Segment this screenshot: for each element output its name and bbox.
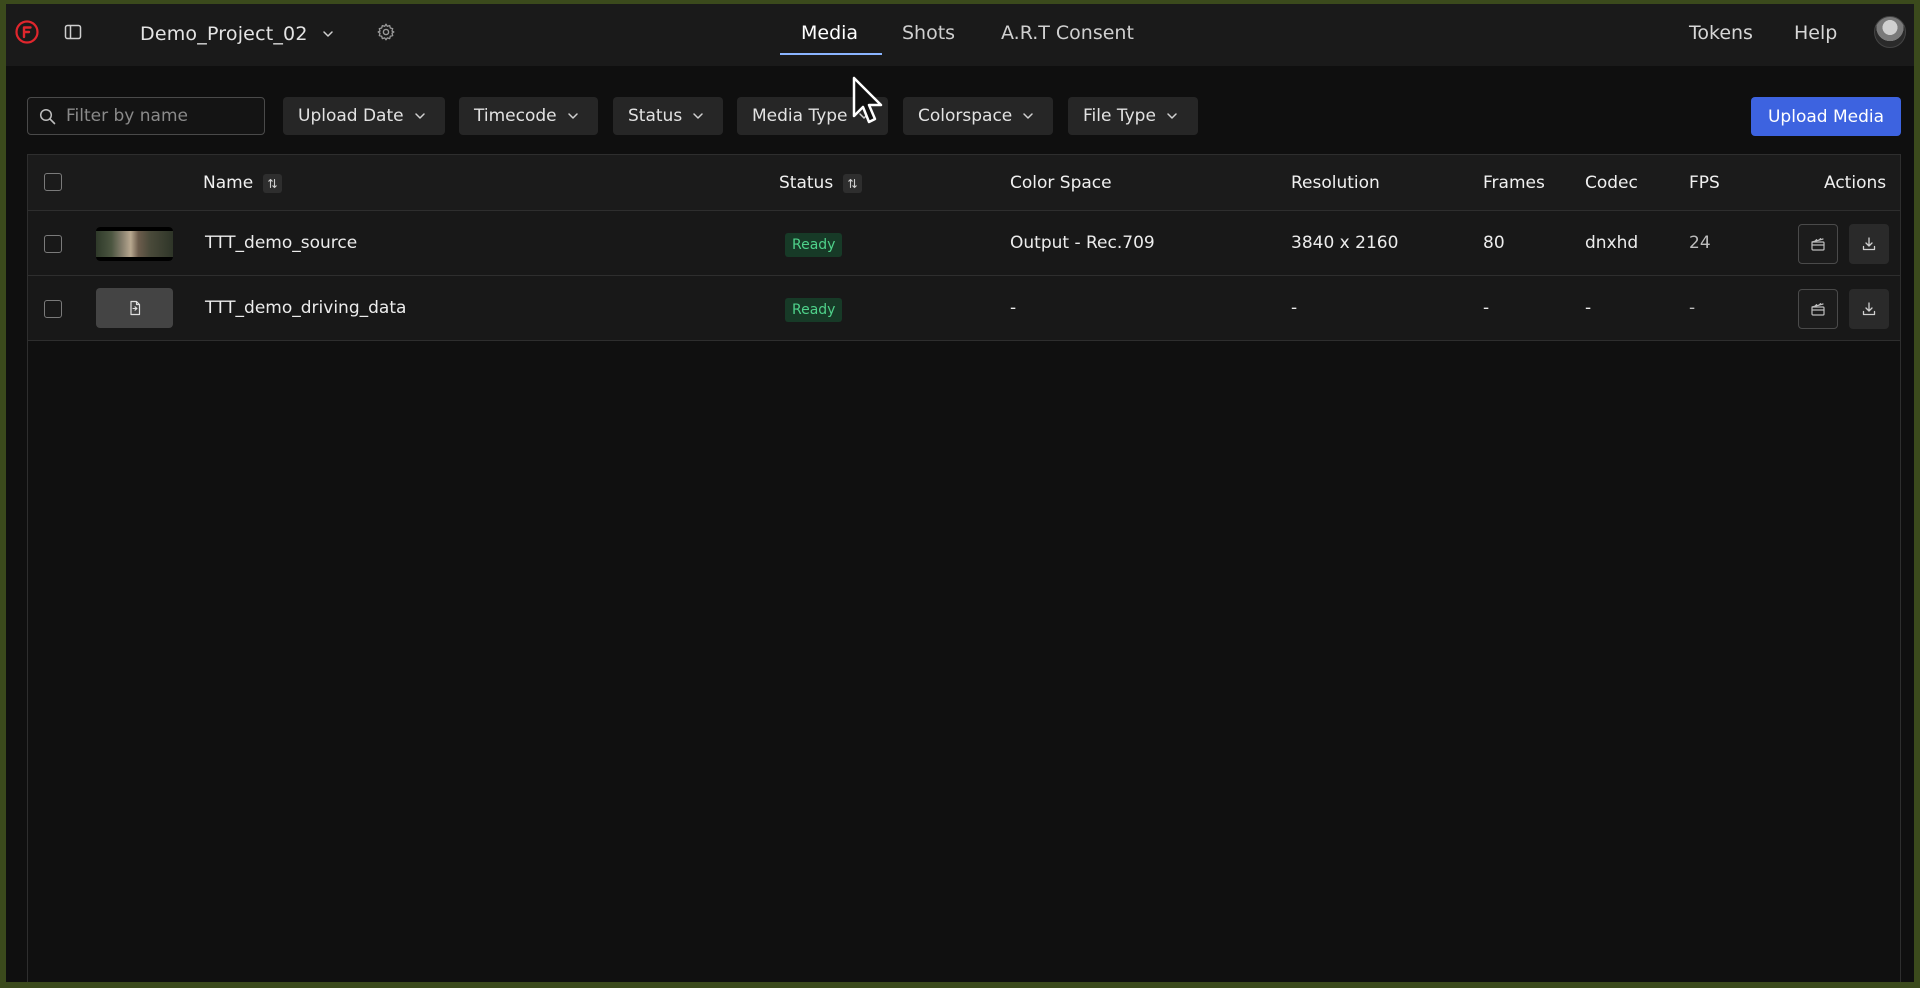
active-tab-indicator xyxy=(780,53,882,55)
column-header-fps: FPS xyxy=(1689,173,1720,193)
project-selector[interactable]: Demo_Project_02 xyxy=(140,21,334,47)
media-name[interactable]: TTT_demo_source xyxy=(205,233,357,253)
app-window: Demo_Project_02 Media Shots A.R.T Consen… xyxy=(6,4,1914,982)
download-button[interactable] xyxy=(1849,224,1889,264)
filter-label: Upload Date xyxy=(298,106,404,126)
create-shot-button[interactable] xyxy=(1798,224,1838,264)
column-header-name: Name xyxy=(203,173,283,193)
frames-value: - xyxy=(1483,298,1490,318)
column-header-resolution: Resolution xyxy=(1291,173,1380,193)
search-input[interactable] xyxy=(66,98,256,134)
video-thumbnail[interactable] xyxy=(96,227,173,261)
column-label: Codec xyxy=(1585,173,1638,193)
chevron-down-icon xyxy=(1023,113,1034,119)
tab-media[interactable]: Media xyxy=(801,22,858,44)
column-label: FPS xyxy=(1689,173,1720,193)
filter-label: Timecode xyxy=(474,106,557,126)
file-type-filter[interactable]: File Type xyxy=(1068,97,1198,135)
search-field xyxy=(27,97,265,135)
upload-date-filter[interactable]: Upload Date xyxy=(283,97,445,135)
chevron-down-icon xyxy=(858,113,869,119)
column-header-status: Status xyxy=(779,173,863,193)
project-name: Demo_Project_02 xyxy=(140,23,308,45)
search-icon xyxy=(39,108,56,125)
select-all-checkbox[interactable] xyxy=(44,173,62,191)
top-navigation-bar: Demo_Project_02 Media Shots A.R.T Consen… xyxy=(6,4,1914,66)
download-icon xyxy=(1862,237,1876,251)
download-icon xyxy=(1862,302,1876,316)
frames-value: 80 xyxy=(1483,233,1505,253)
sort-icon xyxy=(848,178,857,188)
colorspace-filter[interactable]: Colorspace xyxy=(903,97,1053,135)
gear-icon[interactable] xyxy=(376,22,396,42)
tab-shots[interactable]: Shots xyxy=(902,22,955,44)
column-label: Color Space xyxy=(1010,173,1112,193)
clapperboard-icon xyxy=(1811,238,1825,251)
sort-icon xyxy=(268,178,277,188)
status-badge: Ready xyxy=(785,298,843,322)
media-type-filter[interactable]: Media Type xyxy=(737,97,888,135)
column-header-actions: Actions xyxy=(1824,173,1886,193)
sort-status-button[interactable] xyxy=(843,173,863,193)
timecode-filter[interactable]: Timecode xyxy=(459,97,598,135)
clapperboard-icon xyxy=(1811,303,1825,316)
resolution-value: - xyxy=(1291,298,1298,318)
upload-media-button[interactable]: Upload Media xyxy=(1751,97,1901,136)
chevron-down-icon xyxy=(1167,113,1177,119)
tab-art-consent[interactable]: A.R.T Consent xyxy=(1001,22,1134,44)
column-header-color-space: Color Space xyxy=(1010,173,1112,193)
chevron-down-icon xyxy=(567,113,578,119)
table-row[interactable]: TTT_demo_source Ready Output - Rec.709 3… xyxy=(28,211,1900,276)
column-header-codec: Codec xyxy=(1585,173,1638,193)
chevron-down-icon xyxy=(693,113,703,119)
avatar[interactable] xyxy=(1874,16,1906,48)
row-checkbox[interactable] xyxy=(44,300,62,318)
file-thumbnail[interactable] xyxy=(96,288,173,328)
download-button[interactable] xyxy=(1849,289,1889,329)
app-logo[interactable] xyxy=(15,20,39,44)
filter-label: Colorspace xyxy=(918,106,1013,126)
column-label: Frames xyxy=(1483,173,1545,193)
column-label: Resolution xyxy=(1291,173,1380,193)
sort-name-button[interactable] xyxy=(263,173,283,193)
column-header-frames: Frames xyxy=(1483,173,1545,193)
filter-label: Status xyxy=(628,106,683,126)
status-filter[interactable]: Status xyxy=(613,97,723,135)
file-icon xyxy=(129,300,140,316)
column-label: Status xyxy=(779,173,834,193)
chevron-down-icon xyxy=(414,113,425,119)
media-name[interactable]: TTT_demo_driving_data xyxy=(205,298,406,318)
status-badge: Ready xyxy=(785,233,843,257)
create-shot-button[interactable] xyxy=(1798,289,1838,329)
column-label: Name xyxy=(203,173,254,193)
codec-value: - xyxy=(1585,298,1592,318)
table-header: Name Status Color Space Resolution Frame… xyxy=(28,155,1900,211)
row-checkbox[interactable] xyxy=(44,235,62,253)
chevron-down-icon xyxy=(322,31,333,37)
sidebar-toggle-icon[interactable] xyxy=(64,23,82,41)
tokens-link[interactable]: Tokens xyxy=(1689,22,1753,44)
filter-label: File Type xyxy=(1083,106,1156,126)
codec-value: dnxhd xyxy=(1585,233,1639,253)
table-row[interactable]: TTT_demo_driving_data Ready - - - - - xyxy=(28,276,1900,341)
fps-value: 24 xyxy=(1689,233,1711,253)
filter-label: Media Type xyxy=(752,106,848,126)
media-table: Name Status Color Space Resolution Frame… xyxy=(27,154,1901,982)
fps-value: - xyxy=(1689,298,1696,318)
help-link[interactable]: Help xyxy=(1794,22,1837,44)
column-label: Actions xyxy=(1824,173,1887,193)
color-space-value: - xyxy=(1010,298,1017,318)
color-space-value: Output - Rec.709 xyxy=(1010,233,1155,253)
resolution-value: 3840 x 2160 xyxy=(1291,233,1399,253)
